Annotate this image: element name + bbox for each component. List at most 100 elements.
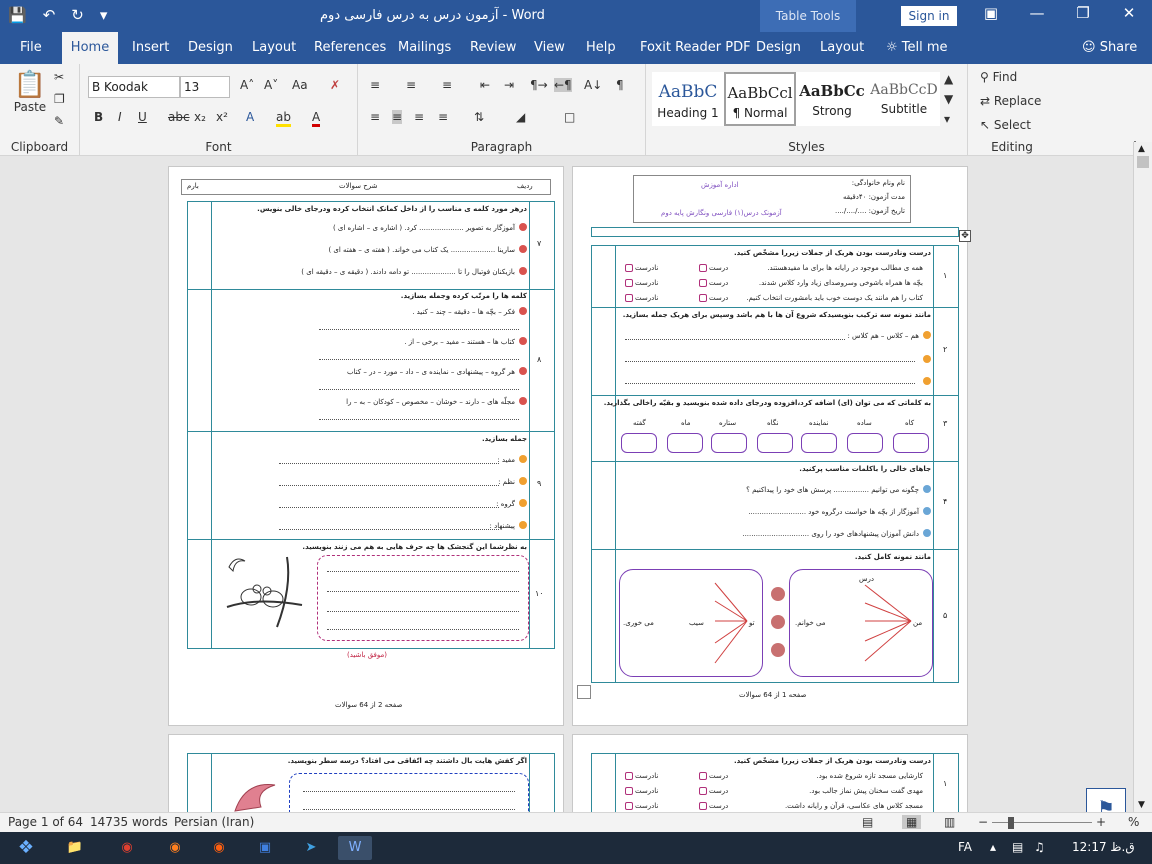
change-case-icon[interactable]: Aa	[292, 78, 308, 92]
ltr-icon[interactable]: ¶→	[530, 78, 548, 92]
tab-design[interactable]: Design	[184, 32, 237, 64]
answer-pill[interactable]	[711, 433, 747, 453]
zoom-level[interactable]: %	[1128, 815, 1139, 829]
language-tray[interactable]: FA	[958, 840, 972, 854]
rtl-icon[interactable]: ←¶	[554, 78, 572, 92]
clear-format-icon[interactable]: ✗	[330, 78, 340, 92]
correct-checkbox[interactable]	[699, 787, 707, 795]
strikethrough-icon[interactable]: abc	[168, 110, 190, 124]
explorer-icon[interactable]: 📁	[58, 836, 92, 860]
answer-line[interactable]	[279, 463, 499, 464]
answer-line[interactable]	[279, 485, 499, 486]
align-center-icon[interactable]: ≡	[392, 110, 403, 124]
increase-indent-icon[interactable]: ⇥	[504, 78, 514, 92]
show-marks-icon[interactable]: ¶	[616, 78, 624, 92]
chrome-icon[interactable]: ◉	[110, 836, 144, 860]
minimize-icon[interactable]: —	[1022, 4, 1052, 22]
answer-line[interactable]	[319, 359, 519, 360]
styles-more-icon[interactable]: ▾	[944, 112, 950, 126]
firefox-icon[interactable]: ◉	[158, 836, 192, 860]
answer-line[interactable]	[319, 419, 519, 420]
underline-icon[interactable]: U	[138, 110, 147, 124]
shading-icon[interactable]: ◢	[516, 110, 525, 124]
wrong-checkbox[interactable]	[625, 264, 633, 272]
tab-foxit[interactable]: Foxit Reader PDF	[636, 32, 755, 64]
scroll-up-icon[interactable]: ▲	[1138, 144, 1145, 154]
wrong-checkbox[interactable]	[625, 279, 633, 287]
bold-icon[interactable]: B	[94, 110, 103, 124]
app-icon[interactable]: ◉	[202, 836, 236, 860]
answer-pill[interactable]	[621, 433, 657, 453]
italic-icon[interactable]: I	[118, 110, 122, 124]
answer-pill[interactable]	[847, 433, 883, 453]
table-move-handle-icon[interactable]: ✥	[959, 230, 971, 242]
answer-line[interactable]	[625, 339, 845, 340]
scroll-thumb[interactable]	[1137, 156, 1149, 168]
undo-icon[interactable]: ↶	[43, 6, 56, 24]
scroll-down-icon[interactable]: ▼	[1138, 800, 1145, 810]
word-taskbar-icon[interactable]: W	[338, 836, 372, 860]
correct-checkbox[interactable]	[699, 264, 707, 272]
wrong-checkbox[interactable]	[625, 802, 633, 810]
telegram-icon[interactable]: ➤	[294, 836, 328, 860]
decrease-indent-icon[interactable]: ⇤	[480, 78, 490, 92]
answer-line[interactable]	[319, 329, 519, 330]
numbering-icon[interactable]: ≡	[406, 78, 416, 92]
zoom-slider-thumb[interactable]	[1008, 817, 1014, 829]
highlight-icon[interactable]: ab	[276, 110, 291, 127]
answer-line[interactable]	[279, 507, 499, 508]
format-painter-icon[interactable]: ✎	[54, 114, 64, 128]
network-icon[interactable]: ▤	[1012, 840, 1023, 854]
answer-line[interactable]	[625, 383, 915, 384]
correct-checkbox[interactable]	[699, 279, 707, 287]
tab-insert[interactable]: Insert	[128, 32, 173, 64]
answer-box[interactable]	[289, 773, 529, 812]
grow-font-icon[interactable]: A˄	[240, 78, 254, 92]
web-layout-icon[interactable]: ▥	[944, 815, 955, 829]
tab-file[interactable]: File	[16, 32, 46, 64]
borders-icon[interactable]: □	[564, 110, 575, 124]
paste-button[interactable]: 📋 Paste	[12, 70, 48, 114]
tab-view[interactable]: View	[530, 32, 569, 64]
clock[interactable]: 12:17 ق.ظ	[1072, 840, 1135, 854]
wrong-checkbox[interactable]	[625, 772, 633, 780]
replace-button[interactable]: ⇄ Replace	[980, 94, 1041, 108]
multilevel-icon[interactable]: ≡	[442, 78, 452, 92]
zoom-out-icon[interactable]: −	[978, 815, 988, 829]
tab-mailings[interactable]: Mailings	[394, 32, 455, 64]
correct-checkbox[interactable]	[699, 772, 707, 780]
text-effects-icon[interactable]: A	[246, 110, 254, 124]
close-icon[interactable]: ✕	[1114, 4, 1144, 22]
answer-pill[interactable]	[801, 433, 837, 453]
answer-pill[interactable]	[757, 433, 793, 453]
zoom-in-icon[interactable]: +	[1096, 815, 1106, 829]
tab-layout[interactable]: Layout	[248, 32, 300, 64]
align-right-icon[interactable]: ≡	[414, 110, 424, 124]
page-checkbox[interactable]	[577, 685, 591, 699]
correct-checkbox[interactable]	[699, 802, 707, 810]
maximize-icon[interactable]: ❐	[1068, 4, 1098, 22]
wrong-checkbox[interactable]	[625, 294, 633, 302]
style-subtitle[interactable]: AaBbCcD Subtitle	[868, 72, 940, 126]
shrink-font-icon[interactable]: A˅	[264, 78, 278, 92]
superscript-icon[interactable]: x²	[216, 110, 228, 124]
word-count[interactable]: 14735 words	[90, 815, 168, 829]
answer-line[interactable]	[279, 529, 499, 530]
font-size-select[interactable]: 13	[180, 76, 230, 98]
redo-icon[interactable]: ↻	[71, 6, 84, 24]
bullets-icon[interactable]: ≡	[370, 78, 380, 92]
document-area[interactable]: ردیف شرح سوالات بارم ۷ ۸ ۹ ۱۰ درهر مورد …	[0, 156, 1133, 812]
tab-table-design[interactable]: Design	[752, 32, 805, 64]
tray-arrow-icon[interactable]: ▴	[990, 840, 996, 854]
copy-icon[interactable]: ❐	[54, 92, 65, 106]
tell-me-box[interactable]: ☼ Tell me	[882, 32, 952, 64]
font-color-icon[interactable]: A	[312, 110, 321, 127]
styles-scroll-down-icon[interactable]: ▼	[944, 92, 953, 106]
customize-qat-icon[interactable]: ▾	[100, 6, 108, 24]
save-icon[interactable]: 💾	[8, 6, 27, 24]
read-mode-icon[interactable]: ▤	[862, 815, 873, 829]
subscript-icon[interactable]: x₂	[194, 110, 206, 124]
sign-in-button[interactable]: Sign in	[901, 6, 957, 26]
zoom-slider[interactable]	[992, 822, 1092, 823]
wrong-checkbox[interactable]	[625, 787, 633, 795]
